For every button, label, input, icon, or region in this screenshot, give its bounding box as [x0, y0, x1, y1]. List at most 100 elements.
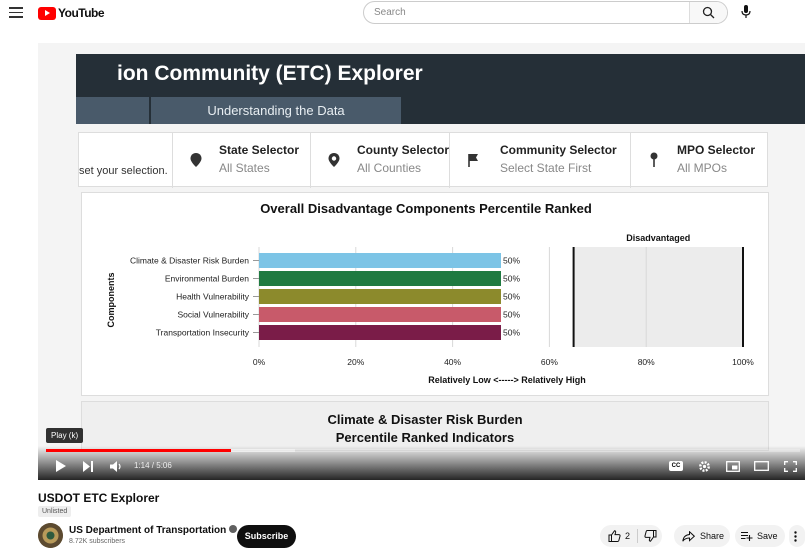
- x-tick-label: 100%: [732, 357, 754, 367]
- miniplayer-icon: [726, 460, 740, 472]
- state-selector-value: All States: [219, 161, 270, 175]
- community-selector: Community Selector Select State First: [449, 133, 630, 188]
- play-tooltip: Play (k): [46, 428, 84, 443]
- time-display: 1:14 / 5:06: [134, 461, 172, 470]
- captions-button[interactable]: CC: [667, 456, 685, 476]
- unlisted-badge: Unlisted: [38, 506, 72, 517]
- bar: [259, 289, 501, 304]
- share-button[interactable]: Share: [674, 525, 730, 547]
- indicator-panel-title: Climate & Disaster Risk Burden: [327, 412, 523, 427]
- like-count: 2: [625, 531, 631, 541]
- map-pin-icon: [190, 153, 202, 167]
- thumbs-up-icon: [608, 530, 621, 542]
- category-label: Health Vulnerability: [176, 292, 250, 302]
- youtube-play-icon: [38, 6, 56, 20]
- like-divider: [637, 529, 639, 543]
- subscriber-count: 8.72K subscribers: [69, 538, 126, 545]
- share-icon: [682, 530, 695, 542]
- tab-understanding-data: Understanding the Data: [151, 97, 401, 124]
- channel-avatar[interactable]: [38, 523, 63, 548]
- theater-mode-button[interactable]: [752, 456, 770, 476]
- indicator-panel-header: Climate & Disaster Risk Burden Percentil…: [81, 401, 769, 451]
- state-selector: State Selector All States: [172, 133, 310, 188]
- theater-icon: [753, 461, 769, 471]
- bar: [259, 253, 501, 268]
- search-box: [363, 1, 728, 24]
- category-label: Environmental Burden: [165, 274, 249, 284]
- top-bar: YouTube: [0, 0, 805, 26]
- channel-name[interactable]: US Department of Transportation: [69, 525, 238, 536]
- data-label: 50%: [503, 274, 520, 284]
- settings-button[interactable]: [695, 456, 713, 476]
- play-button[interactable]: [50, 456, 70, 476]
- unlisted-label: Unlisted: [42, 508, 68, 515]
- disadvantaged-region: [573, 247, 743, 347]
- logo-text: YouTube: [58, 6, 105, 20]
- community-selector-value: Select State First: [500, 161, 592, 175]
- video-frame: ion Community (ETC) Explorer Understandi…: [38, 43, 805, 480]
- reset-text: set your selection.: [79, 165, 168, 177]
- search-button[interactable]: [689, 2, 727, 23]
- app-title: ion Community (ETC) Explorer: [117, 62, 423, 85]
- play-icon: [55, 460, 66, 472]
- fullscreen-icon: [783, 460, 797, 472]
- search-input[interactable]: [364, 2, 689, 23]
- verified-icon: [229, 525, 238, 534]
- microphone-icon: [741, 5, 751, 18]
- data-label: 50%: [503, 310, 520, 320]
- x-tick-label: 20%: [347, 357, 364, 367]
- x-tick-label: 0%: [253, 357, 266, 367]
- like-dislike-group: 2: [600, 525, 662, 547]
- state-selector-title: State Selector: [219, 143, 300, 157]
- like-button[interactable]: 2: [608, 530, 630, 542]
- search-icon: [702, 6, 715, 19]
- subscribe-button[interactable]: Subscribe: [237, 525, 296, 548]
- dislike-button[interactable]: [644, 530, 657, 542]
- next-button[interactable]: [78, 456, 98, 476]
- mpo-selector-title: MPO Selector: [677, 143, 756, 157]
- captions-icon: CC: [669, 461, 683, 471]
- app-tabs: Understanding the Data: [76, 97, 440, 124]
- flag-icon: [468, 154, 478, 167]
- mpo-selector: MPO Selector All MPOs: [630, 133, 769, 188]
- playlist-add-icon: [741, 531, 753, 541]
- dot-seal-logo: [38, 523, 63, 548]
- indicator-panel-subtitle: Percentile Ranked Indicators: [335, 430, 515, 445]
- progress-played: [46, 449, 231, 452]
- more-actions-button[interactable]: [789, 525, 805, 547]
- data-label: 50%: [503, 292, 520, 302]
- category-label: Social Vulnerability: [178, 310, 250, 320]
- volume-icon: [109, 460, 121, 472]
- x-axis-label: Relatively Low <-----> Relatively High: [428, 375, 586, 385]
- x-tick-label: 40%: [444, 357, 461, 367]
- save-button[interactable]: Save: [735, 525, 785, 547]
- bar-chart: Disadvantaged Climate & Disaster Risk Bur…: [106, 233, 754, 385]
- voice-search-button[interactable]: [738, 4, 754, 20]
- gear-icon: [698, 460, 710, 472]
- bar: [259, 271, 501, 286]
- data-label: 50%: [503, 256, 520, 266]
- tab-blank: [76, 97, 149, 124]
- selector-bar: set your selection. State Selector All S…: [78, 132, 769, 188]
- county-selector: County Selector All Counties: [310, 133, 449, 188]
- miniplayer-button[interactable]: [724, 456, 742, 476]
- county-selector-value: All Counties: [357, 161, 422, 175]
- pushpin-icon: [650, 152, 658, 167]
- fullscreen-button[interactable]: [781, 456, 799, 476]
- share-label: Share: [700, 531, 725, 541]
- more-vert-icon: [794, 530, 797, 542]
- volume-button[interactable]: [106, 456, 126, 476]
- save-label: Save: [757, 531, 778, 541]
- video-title: USDOT ETC Explorer: [38, 491, 160, 505]
- progress-bar[interactable]: [46, 449, 800, 452]
- map-pin-icon: [328, 153, 340, 167]
- video-player[interactable]: ion Community (ETC) Explorer Understandi…: [38, 43, 805, 480]
- x-tick-label: 80%: [638, 357, 655, 367]
- community-selector-title: Community Selector: [500, 143, 617, 157]
- county-selector-title: County Selector: [357, 143, 450, 157]
- y-axis-label: Components: [106, 273, 116, 328]
- skip-next-icon: [82, 460, 93, 472]
- menu-icon[interactable]: [7, 4, 25, 20]
- youtube-logo[interactable]: YouTube: [38, 6, 105, 20]
- chart-panel: Overall Disadvantage Components Percenti…: [81, 192, 769, 396]
